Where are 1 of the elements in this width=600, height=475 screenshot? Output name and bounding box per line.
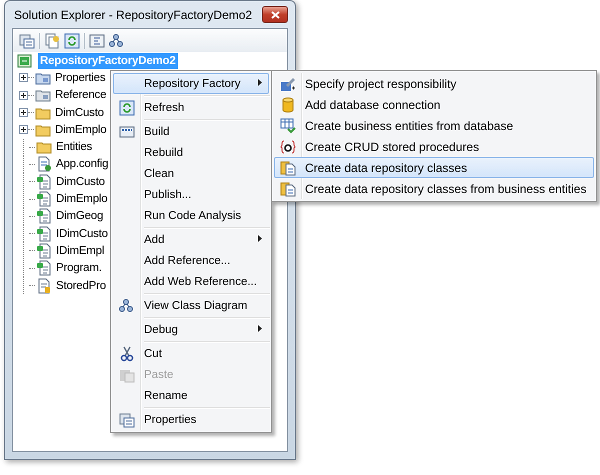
window-title: Solution Explorer - RepositoryFactoryDemo2 (14, 8, 252, 22)
